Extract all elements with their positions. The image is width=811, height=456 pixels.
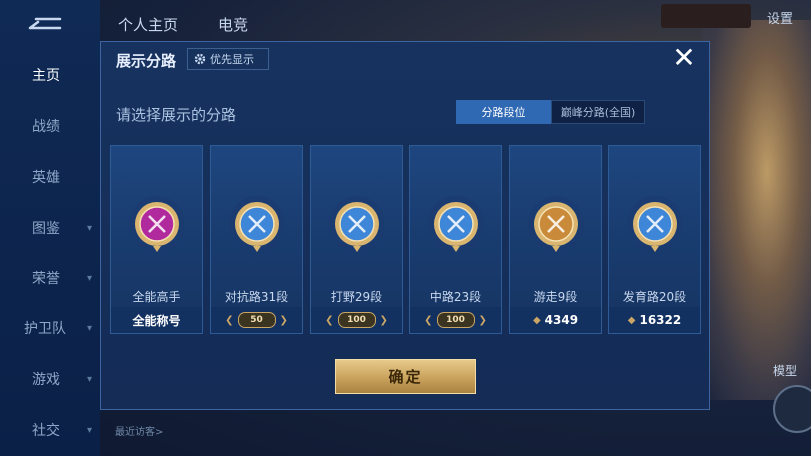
lane-card-name: 打野29段	[330, 290, 383, 304]
sidebar-item-label: 图鉴	[32, 221, 60, 237]
lane-card-name: 中路23段	[429, 290, 482, 304]
wing-left-icon: ❮	[424, 314, 433, 326]
settings-button[interactable]: 设置	[767, 8, 793, 27]
lane-card-footer: ❮ 50 ❯	[211, 307, 302, 333]
chevron-down-icon: ▾	[86, 272, 92, 284]
rank-badge-icon	[527, 196, 584, 252]
peak-score-icon: ◆	[627, 314, 636, 326]
notification-banner[interactable]	[661, 4, 751, 28]
tab-esports[interactable]: 电竞	[218, 14, 248, 35]
chevron-down-icon: ▾	[86, 424, 92, 436]
sidebar-item-label: 主页	[32, 68, 60, 84]
chevron-down-icon: ▾	[86, 373, 92, 385]
lane-card-footer: 全能称号	[111, 307, 202, 333]
gear-icon	[194, 53, 206, 65]
lane-card-footer: ◆ 16322	[609, 307, 700, 333]
rank-stars-value: 50	[237, 312, 276, 328]
priority-display-button[interactable]: 优先显示	[187, 48, 269, 70]
lane-card[interactable]: 全能高手 全能称号	[110, 145, 203, 334]
close-icon[interactable]: ✕	[670, 44, 698, 72]
rank-badge-icon	[228, 196, 285, 252]
sidebar-item-label: 战绩	[32, 119, 60, 135]
wing-right-icon: ❯	[279, 314, 288, 326]
sidebar-item-heroes[interactable]: 英雄	[0, 157, 100, 197]
model-button[interactable]: 模型	[773, 362, 797, 379]
gear-icon[interactable]	[773, 385, 811, 433]
lane-card[interactable]: 发育路20段 ◆ 16322	[608, 145, 701, 334]
peak-score-icon: ◆	[532, 314, 541, 326]
sidebar-item-honor[interactable]: 荣誉 ▾	[0, 258, 100, 298]
peak-score-value: 16322	[639, 313, 682, 327]
sidebar-item-atlas[interactable]: 图鉴 ▾	[0, 208, 100, 248]
lane-card-name: 发育路20段	[622, 290, 687, 304]
dialog-subtitle: 请选择展示的分路	[116, 106, 237, 124]
lane-card-name: 游走9段	[533, 290, 578, 304]
wing-right-icon: ❯	[379, 314, 388, 326]
sidebar-item-label: 英雄	[32, 170, 60, 186]
sidebar-item-label: 荣誉	[32, 271, 60, 287]
lane-card-footer: ◆ 4349	[510, 307, 601, 333]
rank-badge-icon	[328, 196, 385, 252]
lane-card[interactable]: 打野29段 ❮ 100 ❯	[310, 145, 403, 334]
toggle-peak-lane[interactable]: 巅峰分路(全国)	[551, 100, 645, 124]
sidebar-item-game[interactable]: 游戏 ▾	[0, 359, 100, 399]
rank-badge-icon	[128, 196, 185, 252]
sidebar-item-label: 护卫队	[24, 321, 66, 337]
peak-score-value: 4349	[544, 313, 579, 327]
recent-visitors-link[interactable]: 最近访客>	[115, 423, 163, 438]
sidebar-item-label: 社交	[32, 423, 60, 439]
confirm-button[interactable]: 确定	[335, 359, 476, 394]
lane-card[interactable]: 游走9段 ◆ 4349	[509, 145, 602, 334]
lane-card-footer: ❮ 100 ❯	[410, 307, 501, 333]
rank-stars-value: 100	[337, 312, 376, 328]
wing-left-icon: ❮	[225, 314, 234, 326]
chevron-down-icon: ▾	[86, 222, 92, 234]
chevron-down-icon: ▾	[86, 322, 92, 334]
toggle-lane-rank[interactable]: 分路段位	[456, 100, 551, 124]
lane-card-name: 对抗路31段	[224, 290, 289, 304]
title-label: 全能称号	[132, 313, 181, 328]
hero-artwork	[701, 20, 811, 400]
sidebar-item-label: 游戏	[32, 372, 60, 388]
wing-right-icon: ❯	[478, 314, 487, 326]
rank-stars-value: 100	[436, 312, 475, 328]
sidebar-item-social[interactable]: 社交 ▾	[0, 410, 100, 450]
sidebar-item-guard[interactable]: 护卫队 ▾	[0, 308, 100, 348]
lane-card[interactable]: 对抗路31段 ❮ 50 ❯	[210, 145, 303, 334]
wing-left-icon: ❮	[325, 314, 334, 326]
priority-display-label: 优先显示	[210, 53, 254, 66]
lane-card-name: 全能高手	[132, 290, 181, 304]
rank-badge-icon	[626, 196, 683, 252]
lane-card-footer: ❮ 100 ❯	[311, 307, 402, 333]
back-icon[interactable]	[26, 14, 66, 34]
lane-card[interactable]: 中路23段 ❮ 100 ❯	[409, 145, 502, 334]
rank-badge-icon	[427, 196, 484, 252]
dialog-title: 展示分路	[116, 52, 177, 70]
tab-profile[interactable]: 个人主页	[118, 14, 178, 35]
sidebar-item-home[interactable]: 主页	[0, 55, 100, 95]
sidebar-item-record[interactable]: 战绩	[0, 106, 100, 146]
